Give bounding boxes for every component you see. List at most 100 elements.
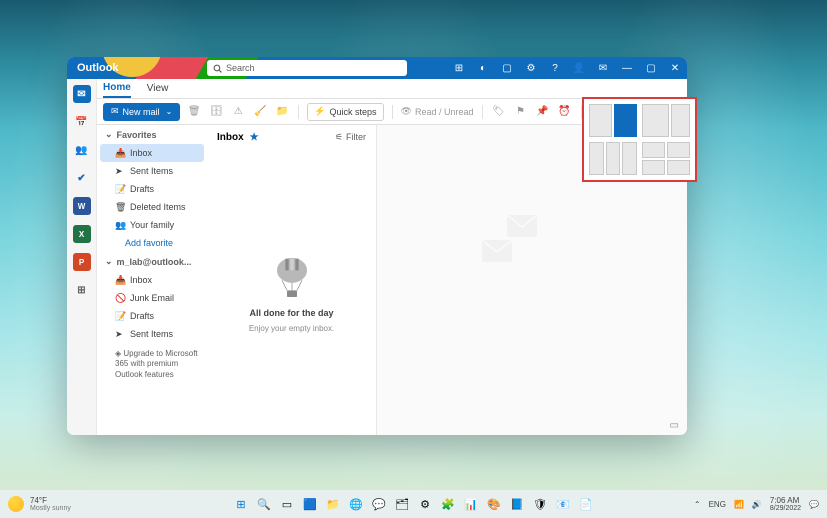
app-icon[interactable]: 🎨	[484, 494, 504, 514]
archive-icon[interactable]: 🗄	[208, 104, 224, 120]
rail-apps-icon[interactable]: ⊞	[73, 281, 91, 299]
notify-icon[interactable]: ▢	[495, 57, 519, 79]
tray-lang[interactable]: ENG	[709, 500, 726, 509]
delete-icon[interactable]: 🗑	[186, 104, 202, 120]
tray-clock[interactable]: 7:06 AM8/29/2022	[770, 496, 801, 512]
rail-people-icon[interactable]: 👥	[73, 141, 91, 159]
upgrade-promo[interactable]: ◈ Upgrade to Microsoft 365 with premium …	[97, 343, 207, 386]
quick-steps-button[interactable]: Quick steps	[307, 103, 383, 121]
sidebar-item-acc-sent[interactable]: ➤Sent Items	[97, 325, 207, 343]
taskbar-weather[interactable]: 74°FMostly sunny	[8, 496, 71, 512]
app-icon[interactable]: 📘	[507, 494, 527, 514]
sidebar-item-yourfamily[interactable]: 👥Your family	[97, 216, 207, 234]
start-button[interactable]: ⊞	[231, 494, 251, 514]
app-icon[interactable]: ⚙	[415, 494, 435, 514]
app-rail: ✉ 📅 👥 ✔ W X P ⊞	[67, 79, 97, 435]
group-icon: 👥	[115, 220, 125, 230]
maximize-button[interactable]: ▢	[639, 57, 663, 79]
app-icon[interactable]: 📊	[461, 494, 481, 514]
read-unread-button[interactable]: 👁Read / Unread	[401, 106, 474, 117]
taskbar: 74°FMostly sunny ⊞ 🔍 ▭ 🟦 📁 🌐 💬 🗂 ⚙ 🧩 📊 🎨…	[0, 490, 827, 518]
chevron-down-icon: ⌄	[105, 129, 113, 140]
sidebar-item-drafts[interactable]: 📝Drafts	[97, 180, 207, 198]
feedback-icon[interactable]: ✉	[591, 57, 615, 79]
tab-view[interactable]: View	[147, 80, 169, 97]
taskbar-center: ⊞ 🔍 ▭ 🟦 📁 🌐 💬 🗂 ⚙ 🧩 📊 🎨 📘 🛡 📧 📄	[231, 494, 596, 514]
sidebar-item-inbox[interactable]: 📥Inbox	[100, 144, 204, 162]
rail-word-icon[interactable]: W	[73, 197, 91, 215]
favorites-section[interactable]: ⌄Favorites	[97, 125, 207, 144]
star-icon[interactable]: ★	[250, 132, 259, 143]
app-icon[interactable]: 🧩	[438, 494, 458, 514]
new-mail-button[interactable]: New mail	[103, 103, 180, 121]
snap-layout-4quad[interactable]	[642, 142, 690, 175]
report-icon[interactable]: ⚠	[230, 104, 246, 120]
search-input[interactable]: Search	[207, 60, 407, 76]
deleted-icon: 🗑	[115, 202, 125, 212]
app-icon[interactable]: 📄	[576, 494, 596, 514]
system-tray: ⌃ ENG 📶 🔊 7:06 AM8/29/2022 💬	[694, 496, 819, 512]
app-name: Outlook	[77, 62, 119, 74]
inbox-icon: 📥	[115, 148, 125, 158]
rail-calendar-icon[interactable]: 📅	[73, 113, 91, 131]
tray-volume-icon[interactable]: 🔊	[752, 500, 762, 509]
account-icon[interactable]: 👤	[567, 57, 591, 79]
pin-icon[interactable]: 📌	[535, 104, 551, 120]
drafts-icon: 📝	[115, 184, 125, 194]
rail-todo-icon[interactable]: ✔	[73, 169, 91, 187]
explorer-icon[interactable]: 📁	[323, 494, 343, 514]
tray-chevron-icon[interactable]: ⌃	[694, 500, 701, 509]
message-list: Inbox★ ⚟Filter All done for the day Enjo…	[207, 125, 377, 435]
add-favorite-button[interactable]: Add favorite	[97, 234, 207, 252]
close-button[interactable]: ✕	[663, 57, 687, 79]
apps-icon[interactable]: ⊞	[447, 57, 471, 79]
help-icon[interactable]: ?	[543, 57, 567, 79]
widgets-icon[interactable]: 🟦	[300, 494, 320, 514]
envelope-watermark-icon	[482, 240, 512, 262]
rail-excel-icon[interactable]: X	[73, 225, 91, 243]
snap-layout-2col[interactable]	[589, 104, 637, 137]
empty-state: All done for the day Enjoy your empty in…	[207, 149, 376, 435]
taskbar-search-icon[interactable]: 🔍	[254, 494, 274, 514]
envelope-watermark-icon	[507, 215, 537, 237]
snooze-icon[interactable]: ⏰	[557, 104, 573, 120]
sweep-icon[interactable]: 🧹	[252, 104, 268, 120]
filter-icon: ⚟	[335, 132, 343, 143]
tray-notifications-icon[interactable]: 💬	[809, 500, 819, 509]
task-view-icon[interactable]: ▭	[277, 494, 297, 514]
edge-icon[interactable]: 🌐	[346, 494, 366, 514]
layout-toggle-icon[interactable]: ▭	[670, 420, 679, 431]
account-section[interactable]: ⌄m_lab@outlook...	[97, 252, 207, 271]
rail-mail-icon[interactable]: ✉	[73, 85, 91, 103]
diamond-icon: ◈	[115, 349, 121, 358]
app-icon[interactable]: 🛡	[530, 494, 550, 514]
sent-icon: ➤	[115, 329, 125, 339]
balloon-illustration	[267, 252, 317, 302]
sidebar-item-junk[interactable]: 🚫Junk Email	[97, 289, 207, 307]
tag-icon[interactable]: 🏷	[491, 104, 507, 120]
outlook-taskbar-icon[interactable]: 📧	[553, 494, 573, 514]
weather-cond: Mostly sunny	[30, 505, 71, 512]
filter-button[interactable]: ⚟Filter	[335, 132, 366, 143]
settings-icon[interactable]: ⚙	[519, 57, 543, 79]
tab-home[interactable]: Home	[103, 79, 131, 98]
weather-icon	[8, 496, 24, 512]
snap-layout-3col[interactable]	[589, 142, 637, 175]
sidebar-item-acc-drafts[interactable]: 📝Drafts	[97, 307, 207, 325]
flag-icon[interactable]: ⚑	[513, 104, 529, 120]
sidebar-item-deleted[interactable]: 🗑Deleted Items	[97, 198, 207, 216]
meet-icon[interactable]: ◐	[471, 57, 495, 79]
empty-subtitle: Enjoy your empty inbox.	[249, 324, 334, 333]
drafts-icon: 📝	[115, 311, 125, 321]
rail-powerpoint-icon[interactable]: P	[73, 253, 91, 271]
sidebar-item-acc-inbox[interactable]: 📥Inbox	[97, 271, 207, 289]
sidebar-item-sent[interactable]: ➤Sent Items	[97, 162, 207, 180]
minimize-button[interactable]: —	[615, 57, 639, 79]
snap-layouts-flyout	[582, 97, 697, 182]
app-icon[interactable]: 🗂	[392, 494, 412, 514]
app-icon[interactable]: 💬	[369, 494, 389, 514]
chevron-down-icon: ⌄	[105, 256, 113, 267]
tray-wifi-icon[interactable]: 📶	[734, 500, 744, 509]
moveto-icon[interactable]: 📁	[274, 104, 290, 120]
snap-layout-2col-wide[interactable]	[642, 104, 690, 137]
